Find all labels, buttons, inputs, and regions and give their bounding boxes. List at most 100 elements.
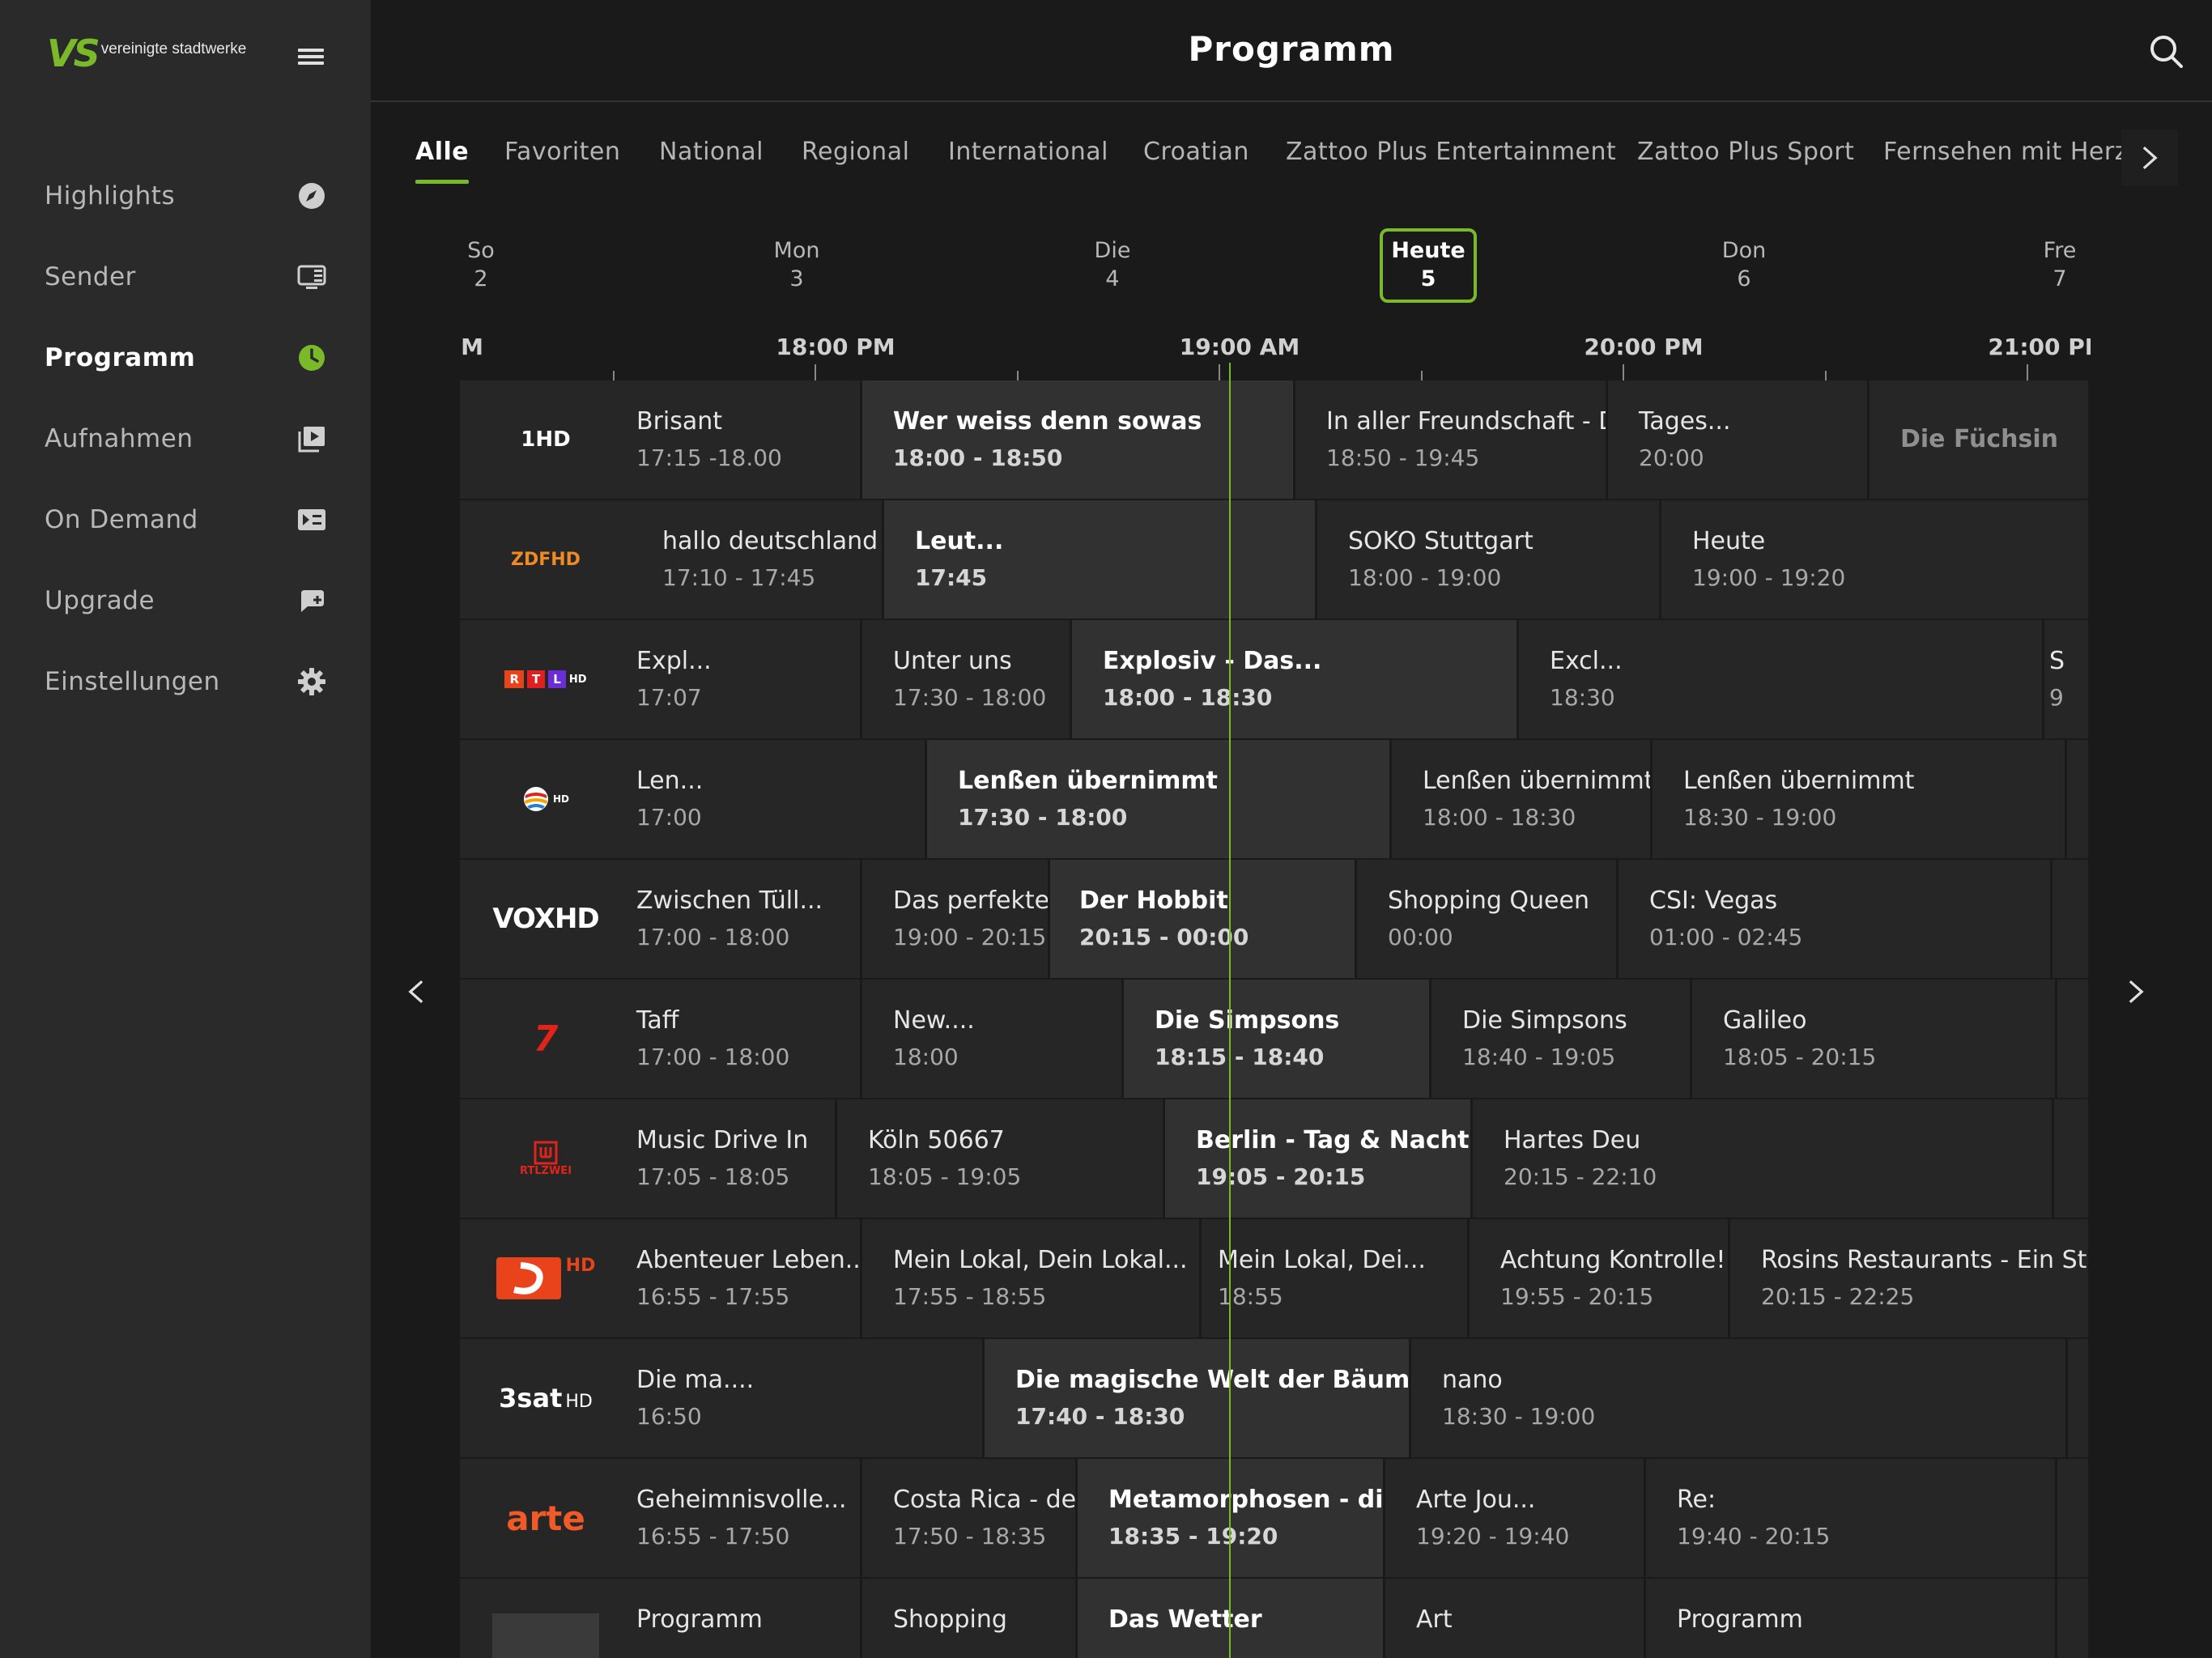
chevron-left-icon[interactable]	[392, 963, 440, 1020]
tab-national[interactable]: National	[659, 138, 764, 166]
program-cell[interactable]: Re: 19:40 - 20:15	[1646, 1459, 2057, 1577]
sidebar-item-programm[interactable]: Programm	[0, 317, 371, 398]
program-cell[interactable]: Abenteuer Leben... 16:55 - 17:55	[632, 1219, 862, 1337]
tab-favoriten[interactable]: Favoriten	[504, 138, 620, 166]
program-cell[interactable]: Lenßen übernimmt 17:30 - 18:00	[927, 740, 1392, 858]
program-title: Shopping	[893, 1605, 1007, 1634]
program-cell[interactable]: Die magische Welt der Bäume 17:40 - 18:30	[985, 1339, 1411, 1457]
program-cell[interactable]: Die Simpsons 18:40 - 19:05	[1431, 980, 1692, 1098]
program-cell[interactable]: Music Drive In 17:05 - 18:05	[632, 1099, 837, 1218]
program-cell[interactable]	[2057, 1459, 2091, 1577]
program-cell[interactable]: Berlin - Tag & Nacht 19:05 - 20:15	[1165, 1099, 1473, 1218]
channel-logo-kabel-eins[interactable]: HD	[460, 1219, 632, 1337]
program-cell[interactable]: Mein Lokal, Dein Lokal... 17:55 - 18:55	[862, 1219, 1202, 1337]
program-cell[interactable]: Heute 19:00 - 19:20	[1661, 500, 2091, 619]
chevron-right-icon[interactable]	[2112, 963, 2160, 1020]
day-don[interactable]: Don 6	[1695, 228, 1793, 303]
channel-logo-zdf[interactable]: ZDFHD	[460, 500, 632, 619]
channel-logo-placeholder[interactable]	[460, 1579, 632, 1658]
program-cell[interactable]: Lenßen übernimmt 18:30 - 19:00	[1653, 740, 2067, 858]
channel-logo-rtl[interactable]: R T L HD	[460, 620, 632, 738]
program-cell[interactable]	[2067, 740, 2091, 858]
program-cell[interactable]: Leut... 17:45	[884, 500, 1317, 619]
program-cell[interactable]: Achtung Kontrolle! W 19:55 - 20:15	[1470, 1219, 1730, 1337]
program-cell[interactable]: Shopping Queen 00:00	[1357, 860, 1619, 978]
day-fre[interactable]: Fre 7	[2011, 228, 2108, 303]
program-cell[interactable]: Die Füchsin	[1870, 380, 2091, 499]
program-cell[interactable]: hallo deutschland 17:10 - 17:45	[632, 500, 884, 619]
channel-logo-sat1[interactable]: HD	[460, 740, 632, 858]
sidebar-item-upgrade[interactable]: Upgrade	[0, 560, 371, 641]
program-cell[interactable]	[2068, 1339, 2091, 1457]
program-cell[interactable]: Expl... 17:07	[632, 620, 862, 738]
program-cell[interactable]: Taff 17:00 - 18:00	[632, 980, 862, 1098]
program-cell[interactable]: Zwischen Tüll... 17:00 - 18:00	[632, 860, 862, 978]
tab-international[interactable]: International	[948, 138, 1108, 166]
rtl-logo-r: R	[504, 670, 525, 688]
program-cell[interactable]: nano 18:30 - 19:00	[1411, 1339, 2068, 1457]
tab-regional[interactable]: Regional	[802, 138, 909, 166]
sidebar-item-aufnahmen[interactable]: Aufnahmen	[0, 398, 371, 479]
program-cell[interactable]	[2057, 1579, 2091, 1658]
day-so[interactable]: So 2	[432, 228, 530, 303]
day-name: Fre	[2043, 238, 2077, 263]
program-cell[interactable]: Köln 50667 18:05 - 19:05	[837, 1099, 1165, 1218]
program-cell[interactable]: Programm	[1646, 1579, 2057, 1658]
program-cell[interactable]: Rosins Restaurants - Ein Ste 20:15 - 22:2…	[1730, 1219, 2091, 1337]
day-mon[interactable]: Mon 3	[748, 228, 845, 303]
program-cell[interactable]: Unter uns 17:30 - 18:00	[862, 620, 1072, 738]
program-cell[interactable]: Metamorphosen - die W 18:35 - 19:20	[1078, 1459, 1385, 1577]
program-cell[interactable]: Excl... 18:30	[1519, 620, 2044, 738]
program-cell[interactable]: Mein Lokal, Dei... 18:55	[1202, 1219, 1470, 1337]
program-cell[interactable]: In aller Freundschaft - Di 18:50 - 19:45	[1295, 380, 1608, 499]
brand-logo[interactable]: VS vereinigte stadtwerke	[47, 35, 246, 72]
program-cell[interactable]	[2054, 1099, 2091, 1218]
page-title: Programm	[1188, 29, 1395, 69]
channel-logo-vox[interactable]: VOXHD	[460, 860, 632, 978]
channel-logo-arte[interactable]: arte	[460, 1459, 632, 1577]
program-cell[interactable]: Shopping	[862, 1579, 1078, 1658]
program-cell[interactable]	[2052, 860, 2091, 978]
day-heute[interactable]: Heute 5	[1380, 228, 1477, 303]
tab-alle[interactable]: Alle	[415, 138, 470, 184]
sidebar-item-einstellungen[interactable]: Einstellungen	[0, 641, 371, 722]
program-cell[interactable]: CSI: Vegas 01:00 - 02:45	[1619, 860, 2052, 978]
sidebar-item-on-demand[interactable]: On Demand	[0, 479, 371, 560]
program-cell[interactable]: Der Hobbit 20:15 - 00:00	[1050, 860, 1357, 978]
channel-logo-das-erste[interactable]: 1HD	[460, 380, 632, 499]
program-cell[interactable]: Arte Jou... 19:20 - 19:40	[1385, 1459, 1646, 1577]
search-icon[interactable]	[2147, 32, 2186, 71]
tab-fernsehen-mit-herz[interactable]: Fernsehen mit Herz	[1883, 138, 2128, 166]
program-cell[interactable]: New.... 18:00	[862, 980, 1124, 1098]
program-cell[interactable]: Explosiv - Das... 18:00 - 18:30	[1072, 620, 1519, 738]
program-cell[interactable]: Brisant 17:15 -18.00	[632, 380, 862, 499]
program-cell[interactable]: Tages... 20:00	[1608, 380, 1870, 499]
chevron-right-icon[interactable]	[2121, 130, 2178, 186]
channel-logo-rtlzwei[interactable]: RTLZWEI	[460, 1099, 632, 1218]
program-cell[interactable]: Geheimnisvolle... 16:55 - 17:50	[632, 1459, 862, 1577]
sidebar-item-sender[interactable]: Sender	[0, 236, 371, 317]
tab-zattoo-plus-entertainment[interactable]: Zattoo Plus Entertainment	[1286, 138, 1616, 166]
program-cell[interactable]	[2057, 980, 2091, 1098]
channel-logo-prosieben[interactable]: 7	[460, 980, 632, 1098]
program-cell[interactable]: Hartes Deu 20:15 - 22:10	[1473, 1099, 2054, 1218]
program-cell[interactable]: Das Wetter	[1078, 1579, 1385, 1658]
day-die[interactable]: Die 4	[1064, 228, 1161, 303]
program-cell[interactable]: S9	[2044, 620, 2091, 738]
program-cell[interactable]: Die Simpsons 18:15 - 18:40	[1124, 980, 1431, 1098]
sidebar-item-highlights[interactable]: Highlights	[0, 155, 371, 236]
program-cell[interactable]: Galileo 18:05 - 20:15	[1692, 980, 2057, 1098]
program-cell[interactable]: Lenßen übernimmt 18:00 - 18:30	[1392, 740, 1653, 858]
program-cell[interactable]: Art	[1385, 1579, 1646, 1658]
program-cell[interactable]: Costa Rica - der 17:50 - 18:35	[862, 1459, 1078, 1577]
tab-zattoo-plus-sport[interactable]: Zattoo Plus Sport	[1637, 138, 1854, 166]
program-cell[interactable]: Len... 17:00	[632, 740, 927, 858]
program-cell[interactable]: SOKO Stuttgart 18:00 - 19:00	[1317, 500, 1661, 619]
program-cell[interactable]: Die ma.... 16:50	[632, 1339, 985, 1457]
channel-logo-3sat[interactable]: 3sat HD	[460, 1339, 632, 1457]
tab-croatian[interactable]: Croatian	[1143, 138, 1249, 166]
program-cell[interactable]: Das perfekte D 19:00 - 20:15	[862, 860, 1050, 978]
program-cell[interactable]: Programm	[632, 1579, 862, 1658]
hamburger-menu-icon[interactable]	[295, 42, 327, 68]
program-time: 17:00 - 18:00	[636, 1044, 790, 1070]
